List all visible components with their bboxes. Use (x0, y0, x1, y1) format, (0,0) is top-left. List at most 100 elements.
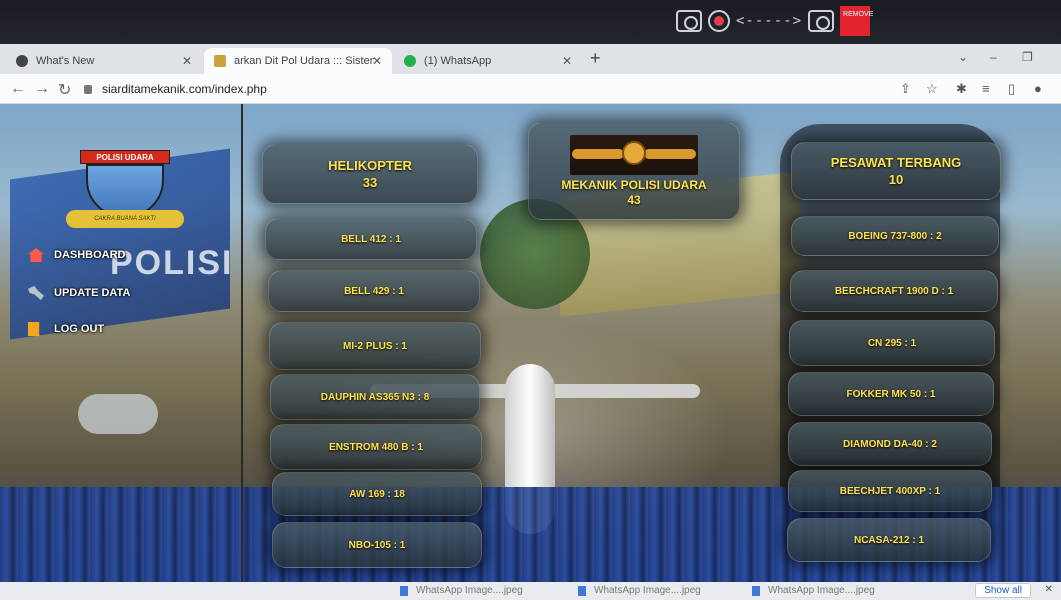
item-label: BELL 412 : 1 (341, 233, 401, 245)
browser-logo-icon (16, 55, 28, 67)
download-item[interactable]: WhatsApp Image....jpeg (752, 585, 875, 596)
close-icon[interactable]: ✕ (1045, 584, 1053, 595)
logout-icon (28, 322, 40, 336)
card-count: 43 (627, 192, 641, 207)
home-icon (28, 248, 44, 262)
camera-off-icon[interactable] (676, 10, 702, 32)
address-url: siarditamekanik.com/index.php (102, 82, 267, 96)
item-label: BEECHJET 400XP : 1 (839, 485, 941, 497)
remove-button[interactable]: REMOVE (840, 6, 873, 36)
wrench-icon (28, 286, 44, 300)
item-label: FOKKER MK 50 : 1 (846, 388, 936, 400)
chevron-down-icon[interactable]: ⌄ (958, 50, 968, 64)
reload-icon[interactable]: ↻ (58, 80, 71, 100)
tab-title: What's New (36, 55, 95, 67)
item-label: BOEING 737-800 : 2 (848, 230, 942, 242)
card-count: 33 (362, 175, 378, 190)
helikopter-item-card[interactable]: DAUPHIN AS365 N3 : 8 (270, 374, 480, 420)
logo-banner: POLISI UDARA (80, 150, 170, 164)
sidebar-item-logout[interactable]: LOG OUT (28, 322, 104, 336)
sidebar-item-label: UPDATE DATA (54, 287, 131, 299)
helikopter-item-card[interactable]: ENSTROM 480 B : 1 (270, 424, 482, 470)
side-panel-icon[interactable]: ▯ (1008, 81, 1015, 97)
polisi-udara-logo: POLISI UDARA CAKRA BUANA SAKTI (66, 150, 184, 232)
helikopter-item-card[interactable]: BELL 412 : 1 (265, 218, 477, 260)
back-icon[interactable]: ← (10, 80, 26, 98)
helikopter-item-card[interactable]: NBO-105 : 1 (272, 522, 482, 568)
tab-whats-new[interactable]: What's New ✕ (6, 48, 202, 74)
tab-whatsapp[interactable]: (1) WhatsApp ✕ (394, 48, 582, 74)
close-icon[interactable]: ✕ (182, 54, 192, 68)
recorder-arrow: <-----> (736, 13, 803, 29)
download-item[interactable]: WhatsApp Image....jpeg (578, 585, 701, 596)
card-title: MEKANIK POLISI UDARA (561, 177, 707, 192)
pesawat-item-card[interactable]: DIAMOND DA-40 : 2 (788, 422, 992, 466)
bookmark-star-icon[interactable]: ☆ (926, 81, 938, 97)
extensions-icon[interactable]: ✱ (956, 81, 967, 97)
pesawat-item-card[interactable]: CN 295 : 1 (789, 320, 995, 366)
item-label: CN 295 : 1 (867, 337, 917, 349)
restore-icon[interactable]: ❐ (1022, 50, 1033, 64)
item-label: NBO-105 : 1 (348, 539, 406, 551)
file-icon (578, 585, 586, 596)
mekanik-summary-card[interactable]: MEKANIK POLISI UDARA 43 (528, 122, 740, 220)
page-viewport: POLISI POLISI UDARA CAKRA BUANA SAKTI DA… (0, 104, 1061, 582)
browser-tab-strip: What's New ✕ arkan Dit Pol Udara ::: Sis… (0, 44, 1061, 74)
minimize-icon[interactable]: – (990, 50, 997, 64)
pesawat-summary-card[interactable]: PESAWAT TERBANG 10 (791, 142, 1001, 200)
tab-title: (1) WhatsApp (424, 55, 492, 67)
whatsapp-icon (404, 55, 416, 67)
sidebar-item-label: DASHBOARD (54, 249, 126, 261)
item-label: DIAMOND DA-40 : 2 (843, 438, 937, 450)
browser-toolbar: ← → ↻ siarditamekanik.com/index.php ⇪ ☆ … (0, 74, 1061, 104)
lock-icon (84, 84, 92, 94)
forward-icon[interactable]: → (34, 80, 50, 98)
pesawat-item-card[interactable]: BEECHJET 400XP : 1 (788, 470, 992, 512)
logo-motto: CAKRA BUANA SAKTI (66, 210, 184, 228)
item-label: AW 169 : 18 (349, 488, 405, 500)
pesawat-item-card[interactable]: BOEING 737-800 : 2 (791, 216, 999, 256)
screen-recorder-toolbar: <-----> REMOVE (676, 6, 873, 36)
card-title: HELIKOPTER (328, 158, 412, 173)
tab-siardit[interactable]: arkan Dit Pol Udara ::: Sistem In ✕ (204, 48, 392, 74)
item-label: ENSTROM 480 B : 1 (329, 441, 423, 453)
tab-title: arkan Dit Pol Udara ::: Sistem In (234, 55, 374, 67)
card-title: PESAWAT TERBANG (830, 155, 962, 170)
download-filename: WhatsApp Image....jpeg (768, 585, 875, 596)
item-label: NCASA-212 : 1 (853, 534, 925, 546)
share-icon[interactable]: ⇪ (900, 81, 911, 97)
pesawat-item-card[interactable]: NCASA-212 : 1 (787, 518, 991, 562)
sidebar-item-dashboard[interactable]: DASHBOARD (28, 248, 126, 262)
helikopter-summary-card[interactable]: HELIKOPTER 33 (262, 144, 478, 204)
new-tab-button[interactable]: + (590, 48, 601, 69)
profile-icon[interactable]: ● (1034, 81, 1042, 96)
pesawat-item-card[interactable]: FOKKER MK 50 : 1 (788, 372, 994, 416)
pesawat-item-card[interactable]: BEECHCRAFT 1900 D : 1 (790, 270, 998, 312)
file-icon (400, 585, 408, 596)
item-label: MI-2 PLUS : 1 (343, 340, 407, 352)
download-filename: WhatsApp Image....jpeg (594, 585, 701, 596)
item-label: BELL 429 : 1 (344, 285, 404, 297)
file-icon (752, 585, 760, 596)
wings-emblem-icon (570, 134, 698, 175)
download-item[interactable]: WhatsApp Image....jpeg (400, 585, 523, 596)
item-label: BEECHCRAFT 1900 D : 1 (834, 285, 954, 297)
sidebar-item-label: LOG OUT (54, 323, 105, 335)
site-favicon-icon (214, 55, 226, 67)
camera-icon[interactable] (808, 10, 835, 32)
address-bar[interactable]: siarditamekanik.com/index.php (84, 79, 904, 99)
close-icon[interactable]: ✕ (372, 54, 382, 68)
helikopter-item-card[interactable]: AW 169 : 18 (272, 472, 482, 516)
sidebar-item-update-data[interactable]: UPDATE DATA (28, 286, 130, 300)
close-icon[interactable]: ✕ (562, 54, 572, 68)
helikopter-item-card[interactable]: MI-2 PLUS : 1 (269, 322, 481, 370)
helikopter-item-card[interactable]: BELL 429 : 1 (268, 270, 480, 312)
record-icon[interactable] (708, 10, 730, 32)
show-all-button[interactable]: Show all (975, 583, 1031, 598)
download-filename: WhatsApp Image....jpeg (416, 585, 523, 596)
item-label: DAUPHIN AS365 N3 : 8 (320, 391, 430, 403)
downloads-bar: WhatsApp Image....jpeg WhatsApp Image...… (0, 582, 1061, 600)
card-count: 10 (888, 172, 904, 187)
screen-bezel (0, 0, 1061, 44)
reading-list-icon[interactable]: ≡ (982, 81, 990, 96)
